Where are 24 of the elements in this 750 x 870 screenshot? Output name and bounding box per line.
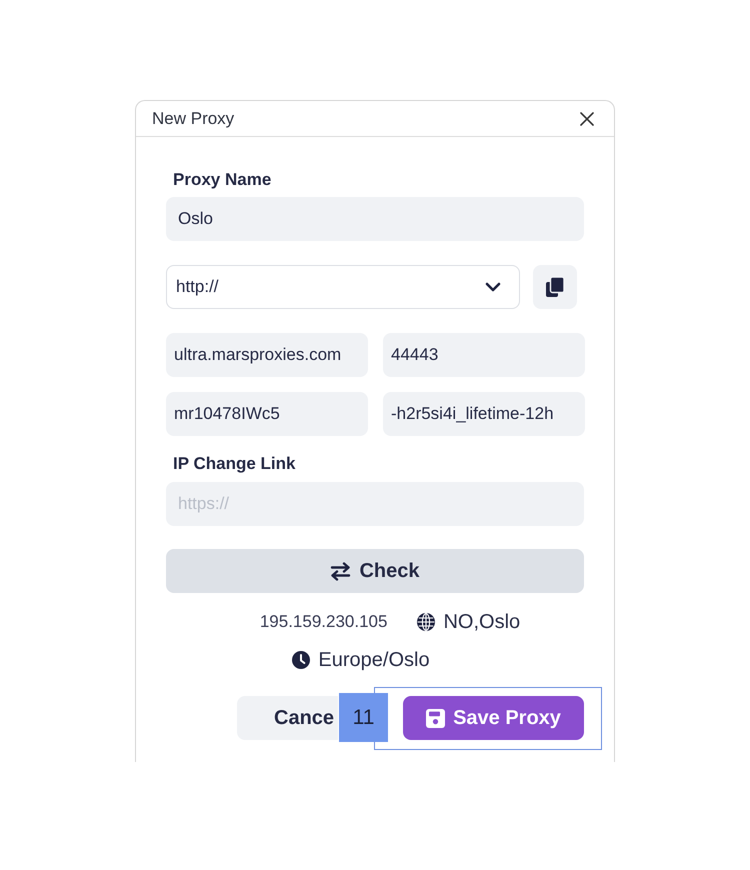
close-button[interactable] [580,112,594,126]
text-field[interactable]: -h2r5si4i_lifetime-12h [383,392,585,436]
text-field[interactable]: mr10478IWc5 [166,392,368,436]
clock-icon [292,651,310,669]
globe-icon [417,613,436,631]
save-button[interactable]: Save Proxy [403,696,584,740]
location-text: NO,Oslo [443,610,520,634]
copy-button[interactable] [533,265,577,309]
dialog-title: New Proxy [152,108,234,130]
copy-icon [546,277,564,297]
field-label: IP Change Link [173,453,296,475]
check-button[interactable]: Check [166,549,584,593]
text-field[interactable]: ultra.marsproxies.com [166,333,368,377]
close-icon [580,112,594,126]
swap-arrows-icon [330,562,352,580]
step-badge: 11 [339,693,388,742]
timezone-text: Europe/Oslo [318,648,430,672]
chevron-down-icon [485,282,501,292]
text-field[interactable]: 44443 [383,333,585,377]
field-label: Proxy Name [173,169,272,191]
ip-address-text: 195.159.230.105 [260,611,388,633]
text-field[interactable]: Oslo [166,197,584,241]
protocol-dropdown[interactable]: http:// [166,265,520,309]
cancel-button[interactable]: Cance [237,696,338,740]
